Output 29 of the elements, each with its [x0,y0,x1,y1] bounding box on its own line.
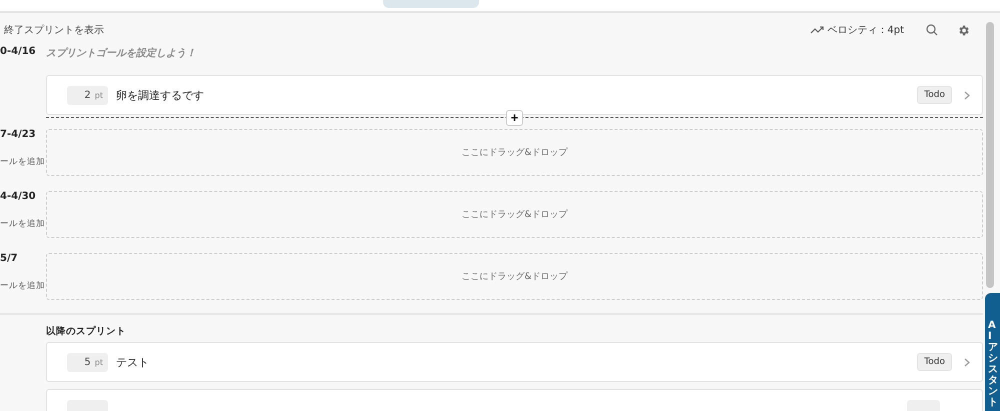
task-card[interactable]: 5 pt テスト Todo [46,342,983,382]
add-goal-link[interactable]: ールを追加 [0,218,45,230]
search-icon[interactable] [926,24,938,36]
sprint-dates: 0-4/16 [0,46,36,57]
chevron-right-icon[interactable] [964,90,970,100]
section-heading: 以降のスプリント [46,325,127,338]
scrollbar-thumb[interactable] [986,22,994,288]
sprint-dates: 4-4/30 [0,191,36,202]
status-button[interactable]: Todo [917,86,952,104]
add-sprint-button[interactable]: + [506,110,523,126]
settings-icon[interactable] [957,24,970,36]
show-finished-toggle[interactable]: 終了スプリントを表示 [4,23,104,37]
sprint-dates: 7-4/23 [0,129,36,140]
sprint-dates: 5/7 [0,253,18,264]
task-title: テスト [116,354,150,370]
status-button[interactable]: Todo [917,353,952,371]
add-goal-link[interactable]: ールを追加 [0,280,45,292]
task-title: 卵を調達するです [116,88,205,102]
points-badge: 2 pt [67,86,108,104]
drop-zone[interactable]: ここにドラッグ&ドロップ [46,191,983,238]
trend-up-icon [810,26,824,34]
points-badge: 5 pt [67,352,108,372]
drop-zone[interactable]: ここにドラッグ&ドロップ [46,129,983,176]
add-goal-link[interactable]: ールを追加 [0,156,45,168]
drop-zone[interactable]: ここにドラッグ&ドロップ [46,253,983,300]
task-card[interactable]: 2 pt 卵を調達するです Todo [46,75,983,115]
velocity-label: ベロシティ：4pt [827,24,904,37]
ai-assistant-tab[interactable]: AIアシスタント [985,293,1000,411]
chevron-right-icon[interactable] [964,358,970,366]
